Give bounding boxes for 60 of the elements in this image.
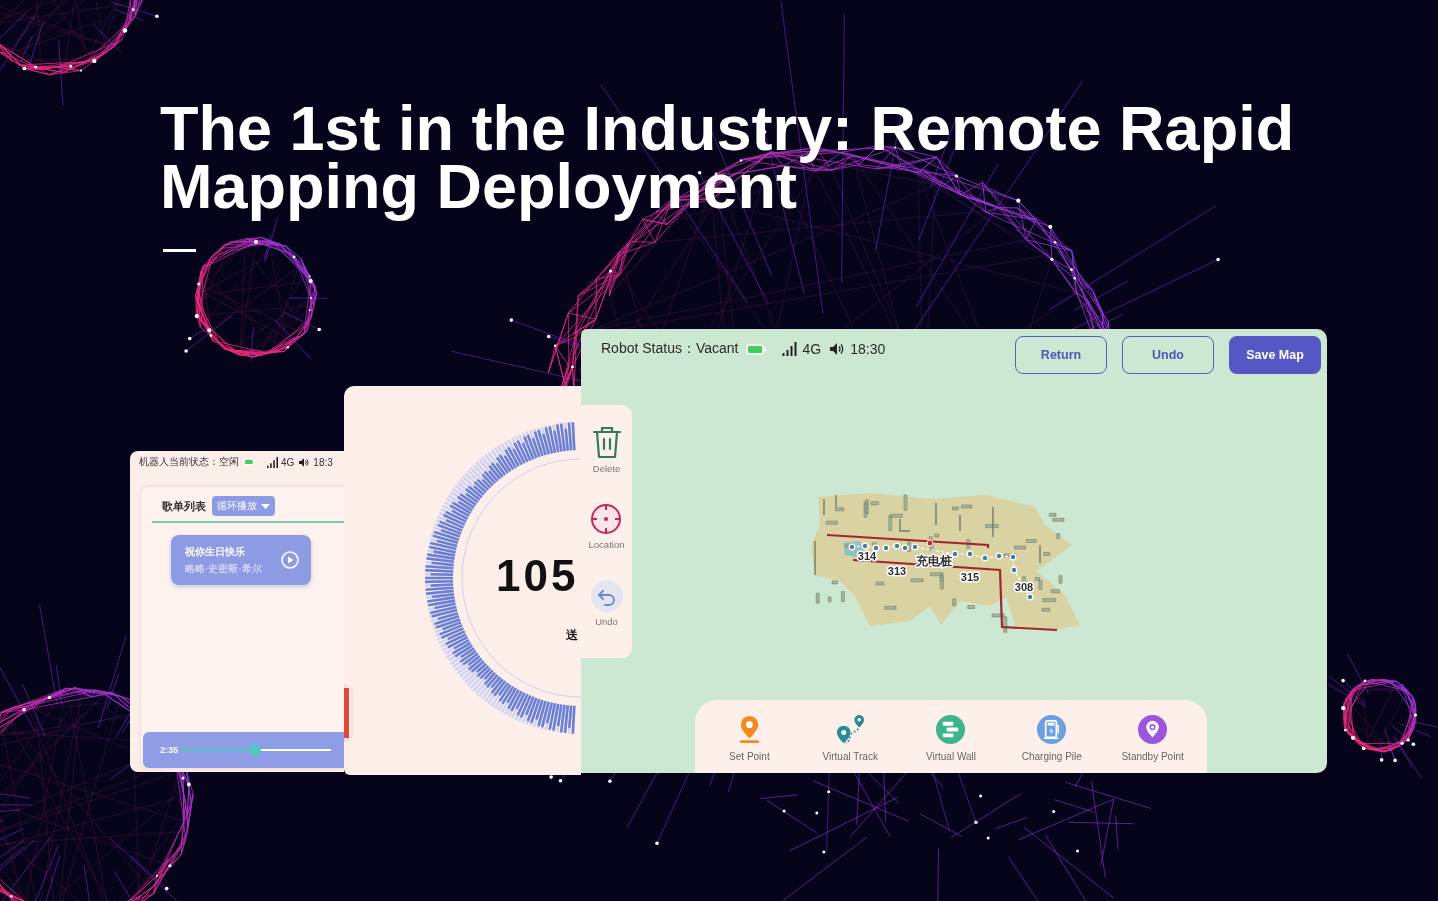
playback-mode-dropdown[interactable]: 循环播放 bbox=[212, 496, 275, 516]
waypoint-marker bbox=[872, 544, 880, 552]
robot-status-text: 机器人当前状态：空闲 bbox=[139, 455, 239, 469]
robot-marker bbox=[926, 539, 934, 547]
tool-button[interactable]: Virtual Track bbox=[822, 714, 878, 762]
waypoint-marker bbox=[1010, 566, 1018, 574]
waypoint-marker bbox=[981, 554, 989, 562]
speaker-icon bbox=[830, 343, 845, 355]
network-label: 4G bbox=[802, 341, 822, 357]
waypoint-marker bbox=[1026, 593, 1034, 601]
song-artist: 略略·史密斯·希尔 bbox=[185, 561, 263, 576]
waypoint-marker bbox=[966, 550, 974, 558]
speaker-icon bbox=[299, 457, 310, 467]
waypoint-marker bbox=[1009, 553, 1017, 561]
waypoint-marker bbox=[995, 552, 1003, 560]
network-label: 4G bbox=[281, 456, 295, 468]
waypoint-marker bbox=[882, 544, 890, 552]
tool-button[interactable]: Charging Pile bbox=[1021, 714, 1082, 762]
side-tool-button[interactable]: Delete bbox=[591, 425, 622, 503]
clock-time: 18:3 bbox=[313, 456, 333, 468]
trash-icon bbox=[591, 425, 622, 459]
tool-button[interactable]: Set Point bbox=[729, 714, 770, 762]
song-title: 祝你生日快乐 bbox=[185, 544, 246, 559]
side-tab-icon bbox=[344, 684, 353, 742]
save-button[interactable]: Save Map bbox=[1229, 336, 1321, 374]
map-label: 313 bbox=[887, 565, 907, 577]
clock-time: 18:30 bbox=[850, 341, 886, 357]
side-tool-button[interactable]: Location bbox=[588, 502, 625, 581]
battery-icon bbox=[244, 459, 255, 465]
signal-icon bbox=[267, 456, 278, 468]
map-label: 314 bbox=[857, 550, 877, 562]
gauge-value: 105 bbox=[496, 554, 579, 598]
crosshair-icon bbox=[590, 502, 623, 535]
pin-badge-icon bbox=[1137, 714, 1169, 745]
waypoint-marker bbox=[861, 542, 869, 550]
play-icon[interactable] bbox=[281, 551, 299, 569]
tool-button[interactable]: Standby Point bbox=[1121, 714, 1184, 762]
slider-thumb[interactable] bbox=[248, 744, 261, 756]
waypoint-marker bbox=[848, 543, 856, 551]
charging-station-icon bbox=[1036, 714, 1068, 745]
toolbar-button[interactable]: Return bbox=[1015, 336, 1107, 374]
signal-icon bbox=[782, 342, 798, 356]
map-label: 308 bbox=[1014, 581, 1034, 593]
caret-icon bbox=[261, 503, 270, 509]
gauge-caption: 送 bbox=[566, 629, 578, 642]
side-tool-button[interactable]: Undo bbox=[590, 580, 623, 658]
song-card[interactable]: 祝你生日快乐 略略·史密斯·希尔 bbox=[171, 535, 311, 585]
battery-icon bbox=[746, 343, 767, 355]
playback-time: 2:35 bbox=[160, 745, 178, 755]
playlist-title: 歌单列表 bbox=[162, 498, 206, 514]
title-accent-line bbox=[163, 249, 196, 252]
map-label: 315 bbox=[960, 571, 980, 583]
tool-button[interactable]: Virtual Wall bbox=[926, 714, 976, 762]
undo-icon bbox=[590, 580, 623, 613]
bricks-icon bbox=[935, 714, 967, 745]
waypoint-marker bbox=[951, 550, 959, 558]
waypoint-marker bbox=[911, 543, 919, 551]
robot-status-text: Robot Status：Vacant bbox=[601, 340, 739, 358]
path-pins-icon bbox=[834, 714, 866, 745]
toolbar-button[interactable]: Undo bbox=[1122, 336, 1214, 374]
